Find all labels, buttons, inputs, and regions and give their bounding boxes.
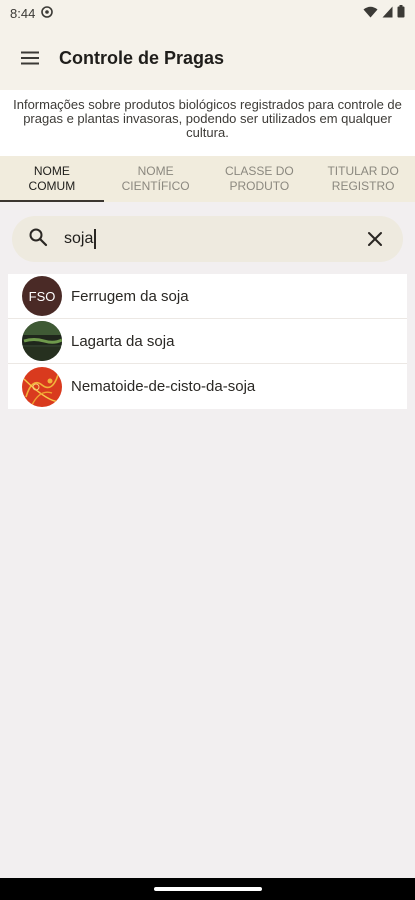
tab-label-line2: produto [229,179,290,193]
tab-label-line1: Classe do [225,164,294,178]
avatar: FSO [22,276,62,316]
tab-label: Nome científico [122,164,190,194]
caterpillar-image [22,321,62,361]
list-item-label: Lagarta da soja [71,332,175,350]
tab-nome-comum[interactable]: Nome comum [0,156,104,202]
tab-label-line2: comum [28,179,76,193]
tab-label-line2: registro [331,179,395,193]
vpn-icon [41,5,54,21]
search-container: soja [0,202,415,262]
close-icon[interactable] [363,227,387,251]
search-bar[interactable]: soja [12,216,403,262]
tab-label-line1: Nome [33,164,70,178]
tab-label: Classe do produto [225,164,294,194]
list-item[interactable]: Lagarta da soja [8,319,407,364]
tab-label: Nome comum [29,164,76,194]
wifi-icon [363,6,378,21]
tab-titular-do-registro[interactable]: Titular do registro [311,156,415,202]
page-description: Informações sobre produtos biológicos re… [0,90,415,156]
search-input-value: soja [64,230,94,247]
tab-nome-cientifico[interactable]: Nome científico [104,156,208,202]
tab-classe-do-produto[interactable]: Classe do produto [208,156,312,202]
nematode-image [22,366,62,407]
tab-bar: Nome comum Nome científico Classe do produt… [0,156,415,202]
status-time: 8:44 [10,5,36,21]
list-item-label: Nematoide-de-cisto-da-soja [71,378,256,395]
tab-label-line2: científico [121,179,190,193]
signal-icon [382,6,393,21]
search-input[interactable]: soja [64,229,363,249]
results-list: FSO Ferrugem da soja Lagarta da soja Nem… [8,274,407,409]
hamburger-menu-icon[interactable] [18,46,42,70]
status-right [363,5,405,21]
tab-label: Titular do registro [327,164,398,194]
list-item[interactable]: Nematoide-de-cisto-da-soja [8,364,407,409]
status-bar: 8:44 [0,0,415,26]
battery-icon [397,5,405,21]
search-icon [28,227,48,252]
home-gesture-handle[interactable] [153,887,262,891]
status-left: 8:44 [10,5,54,21]
list-item[interactable]: FSO Ferrugem da soja [8,274,407,319]
tab-label-line1: Titular do [327,164,399,178]
text-cursor [94,229,97,249]
page-title: Controle de Pragas [59,47,225,68]
system-navigation-bar [0,878,415,900]
list-item-label: Ferrugem da soja [71,287,189,305]
app-bar: Controle de Pragas [0,26,415,90]
tab-label-line1: Nome [137,164,174,178]
